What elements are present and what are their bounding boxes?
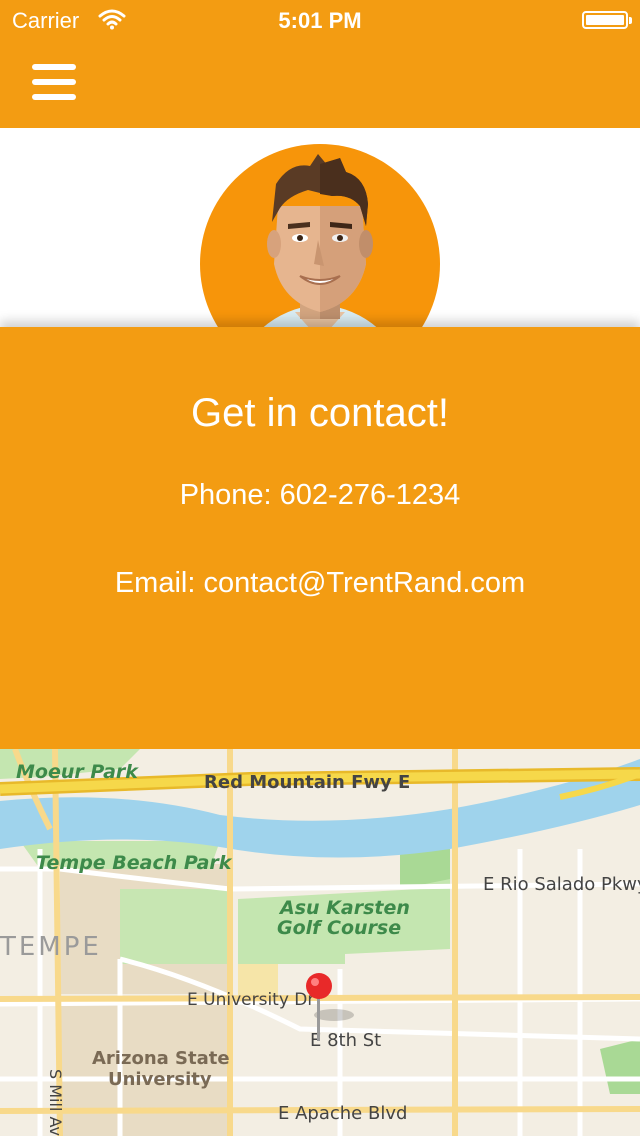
contact-title: Get in contact! [191,391,449,435]
map-label-red-mountain-fwy: Red Mountain Fwy E [204,772,410,793]
map-label-asu-karsten-2: Golf Course [277,917,401,939]
email-link[interactable]: Email: contact@TrentRand.com [0,567,640,600]
battery-icon [582,11,632,29]
hamburger-menu-icon[interactable] [30,62,78,102]
status-bar: Carrier 5:01 PM [0,0,640,40]
phone-link[interactable]: Phone: 602-276-1234 [0,479,640,512]
map-label-asu-1: Arizona State [92,1048,230,1069]
map-label-asu-karsten-1: Asu Karsten [278,897,410,919]
map-label-tempe-beach-park: Tempe Beach Park [36,852,233,874]
nav-bar [0,40,640,128]
clock: 5:01 PM [278,8,362,33]
profile-header [0,128,640,328]
map-label-tempe: TEMPE [0,932,102,962]
avatar [200,144,440,328]
map-label-apache-blvd: E Apache Blvd [278,1103,407,1124]
map-view[interactable]: Moeur Park Red Mountain Fwy E Tempe Beac… [0,749,640,1136]
map-label-rio-salado: E Rio Salado Pkwy [483,874,640,895]
avatar-illustration [262,154,378,328]
map-label-mill-ave: S Mill Ave [46,1069,65,1136]
map-label-university-dr: E University Dr [187,990,314,1010]
map-label-asu-2: University [108,1069,212,1090]
contact-panel: Get in contact! Phone: 602-276-1234 Emai… [0,327,640,749]
map-label-8th-st: E 8th St [310,1030,381,1051]
map-label-moeur-park: Moeur Park [16,761,139,783]
